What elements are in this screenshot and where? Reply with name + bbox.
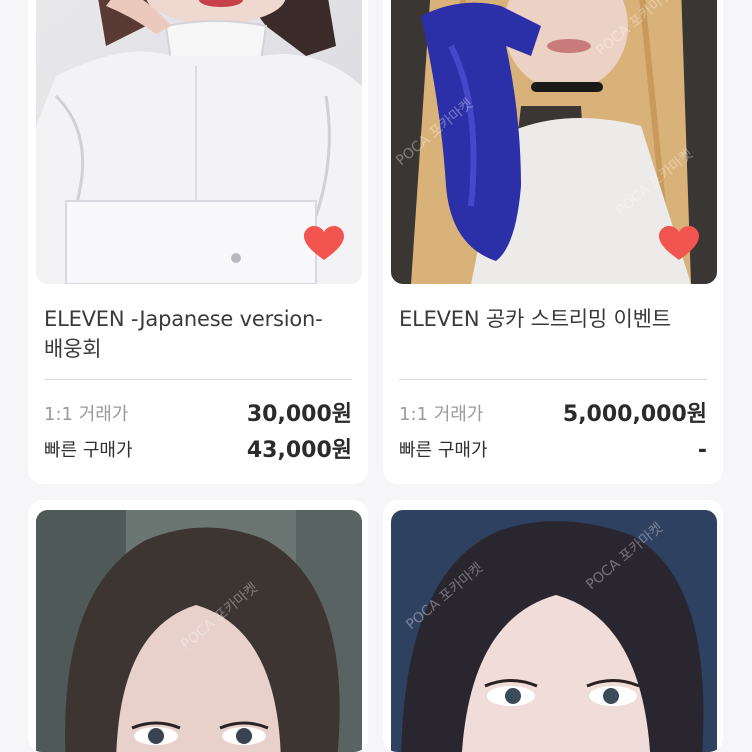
product-photo[interactable]: POCA 포카마켓 POCA 포카마켓: [391, 510, 717, 752]
heart-icon[interactable]: [659, 226, 699, 262]
product-card[interactable]: POCA 포카마켓: [28, 500, 368, 752]
product-photo[interactable]: POCA 포카마켓: [36, 510, 362, 752]
trade-price-value: 5,000,000원: [562, 402, 707, 427]
product-card[interactable]: POCA 포카마켓 POCA 포카마켓 POCA 포카마켓 ELEVEN 공카 …: [383, 0, 723, 484]
quick-price-label: 빠른 구매가: [399, 440, 488, 461]
product-grid: ELEVEN -Japanese version- 배웅회 1:1 거래가 30…: [0, 0, 752, 752]
product-card[interactable]: POCA 포카마켓 POCA 포카마켓: [383, 500, 723, 752]
quick-price-row: 빠른 구매가 43,000원: [44, 436, 352, 466]
product-title-line: ELEVEN 공카 스트리밍 이벤트: [399, 307, 671, 331]
product-title-line: ELEVEN -Japanese version-: [44, 307, 323, 331]
divider: [44, 379, 352, 380]
product-photo[interactable]: POCA 포카마켓 POCA 포카마켓 POCA 포카마켓: [391, 0, 717, 284]
trade-price-value: 30,000원: [246, 402, 352, 427]
product-title-line: 배웅회: [44, 337, 102, 361]
quick-price-label: 빠른 구매가: [44, 440, 133, 461]
trade-price-label: 1:1 거래가: [399, 404, 484, 425]
trade-price-row: 1:1 거래가 30,000원: [44, 400, 352, 430]
product-card[interactable]: ELEVEN -Japanese version- 배웅회 1:1 거래가 30…: [28, 0, 368, 484]
product-photo[interactable]: [36, 0, 362, 284]
quick-price-value: -: [697, 438, 707, 463]
trade-price-row: 1:1 거래가 5,000,000원: [399, 400, 707, 430]
quick-price-value: 43,000원: [246, 438, 352, 463]
quick-price-row: 빠른 구매가 -: [399, 436, 707, 466]
divider: [399, 379, 707, 380]
photocard-image: POCA 포카마켓: [36, 510, 362, 752]
product-title[interactable]: ELEVEN -Japanese version- 배웅회: [44, 304, 364, 364]
photocard-image: POCA 포카마켓 POCA 포카마켓: [391, 510, 717, 752]
trade-price-label: 1:1 거래가: [44, 404, 129, 425]
product-title[interactable]: ELEVEN 공카 스트리밍 이벤트: [399, 304, 719, 334]
heart-icon[interactable]: [304, 226, 344, 262]
